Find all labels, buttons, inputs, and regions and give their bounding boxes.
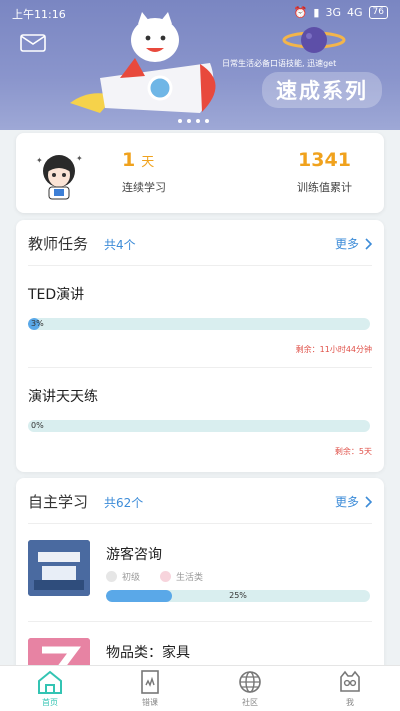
signal-icon: ▮ bbox=[313, 6, 320, 19]
days-unit: 天 bbox=[141, 155, 155, 170]
banner-series-title[interactable]: 速成系列 bbox=[262, 72, 382, 108]
lesson-progress-percent: 25% bbox=[229, 591, 247, 600]
self-study-title: 自主学习 bbox=[28, 493, 89, 511]
level-icon bbox=[106, 571, 117, 582]
more-label: 更多 bbox=[334, 495, 359, 509]
category-label: 生活类 bbox=[176, 573, 204, 583]
chevron-right-icon bbox=[365, 237, 372, 250]
task-progress-bar: 3% bbox=[28, 318, 370, 330]
task-item[interactable]: 演讲天天练 0% 剩余：5天 bbox=[28, 368, 372, 470]
alarm-icon: ⏰ bbox=[293, 6, 308, 19]
nav-community[interactable]: 社区 bbox=[200, 666, 300, 711]
level-label: 初级 bbox=[122, 573, 141, 583]
information-desk-image bbox=[28, 540, 90, 596]
nav-home-label: 首页 bbox=[42, 698, 58, 707]
task-progress-bar: 0% bbox=[28, 420, 370, 432]
nav-me-label: 我 bbox=[346, 698, 354, 707]
teacher-tasks-count: 共4个 bbox=[104, 238, 136, 252]
chevron-right-icon bbox=[365, 495, 372, 508]
planet-icon bbox=[282, 27, 346, 53]
task-item[interactable]: TED演讲 3% 剩余：11小时44分钟 bbox=[28, 266, 372, 368]
level-tag: 初级 bbox=[106, 570, 140, 583]
nav-me[interactable]: 我 bbox=[300, 666, 400, 711]
lesson-name: 物品类：家具 bbox=[106, 645, 190, 661]
category-tag: 生活类 bbox=[160, 570, 203, 583]
task-name: 演讲天天练 bbox=[28, 389, 98, 405]
task-remaining-time: 剩余：5天 bbox=[334, 447, 372, 456]
task-name: TED演讲 bbox=[28, 287, 85, 303]
lesson-progress-bar: 25% bbox=[106, 590, 370, 602]
lesson-name: 游客咨询 bbox=[106, 547, 162, 563]
lesson-item[interactable]: 游客咨询 初级 生活类 25% bbox=[28, 524, 372, 622]
lesson-thumbnail bbox=[28, 540, 90, 596]
mail-icon[interactable] bbox=[20, 34, 46, 52]
nav-course-label: 错课 bbox=[142, 698, 158, 707]
carousel-indicator bbox=[178, 119, 209, 123]
nav-home[interactable]: 首页 bbox=[0, 666, 100, 711]
task-progress-percent: 3% bbox=[31, 319, 44, 328]
svg-text:✦: ✦ bbox=[76, 154, 83, 163]
days-label: 连续学习 bbox=[122, 181, 166, 194]
consecutive-days-stat: 1天 连续学习 bbox=[122, 149, 166, 195]
total-value: 1341 bbox=[298, 149, 351, 171]
status-indicators: ⏰ ▮ 3G 4G 76 bbox=[294, 6, 388, 19]
home-icon bbox=[38, 670, 62, 694]
teacher-tasks-card: 教师任务 共4个 更多 TED演讲 3% 剩余：11小时44分钟 演讲天天练 0… bbox=[16, 220, 384, 472]
rocket-illustration bbox=[70, 12, 216, 113]
cat-face-icon bbox=[340, 670, 360, 692]
training-total-stat: 1341 训练值累计 bbox=[297, 149, 352, 195]
status-time: 上午11:16 bbox=[12, 8, 66, 21]
self-study-more-button[interactable]: 更多 bbox=[335, 493, 372, 510]
teacher-tasks-header: 教师任务 共4个 更多 bbox=[28, 220, 372, 266]
task-remaining-time: 剩余：11小时44分钟 bbox=[295, 345, 372, 354]
teacher-tasks-title: 教师任务 bbox=[28, 235, 89, 253]
header-banner: 上午11:16 ⏰ ▮ 3G 4G 76 日常生活必备口语技能, 迅速get 速… bbox=[0, 0, 400, 130]
battery-icon: 76 bbox=[368, 6, 388, 19]
avatar[interactable]: ✦ ✦ bbox=[30, 145, 88, 203]
category-icon bbox=[160, 571, 172, 582]
self-study-card: 自主学习 共62个 更多 游客咨询 初级 生活类 25% 物品类：家具 bbox=[16, 478, 384, 694]
banner-slogan: 日常生活必备口语技能, 迅速get bbox=[222, 59, 337, 68]
network-3g-label: 3G bbox=[325, 6, 342, 19]
nav-community-label: 社区 bbox=[242, 698, 258, 707]
bottom-navigation: 首页 错课 社区 我 bbox=[0, 665, 400, 711]
more-label: 更多 bbox=[334, 237, 359, 251]
study-stats-card: ✦ ✦ 1天 连续学习 1341 训练值累计 bbox=[16, 133, 384, 213]
lesson-tags: 初级 生活类 bbox=[106, 570, 203, 583]
network-4g-label: 4G bbox=[347, 6, 363, 19]
svg-text:✦: ✦ bbox=[36, 156, 43, 165]
globe-icon bbox=[239, 671, 261, 693]
teacher-tasks-more-button[interactable]: 更多 bbox=[335, 235, 372, 252]
days-value: 1 bbox=[122, 149, 136, 171]
self-study-count: 共62个 bbox=[104, 496, 144, 510]
book-icon bbox=[141, 670, 159, 694]
total-label: 训练值累计 bbox=[297, 181, 352, 194]
self-study-header: 自主学习 共62个 更多 bbox=[28, 478, 372, 524]
nav-course[interactable]: 错课 bbox=[100, 666, 200, 711]
task-progress-percent: 0% bbox=[31, 421, 44, 430]
